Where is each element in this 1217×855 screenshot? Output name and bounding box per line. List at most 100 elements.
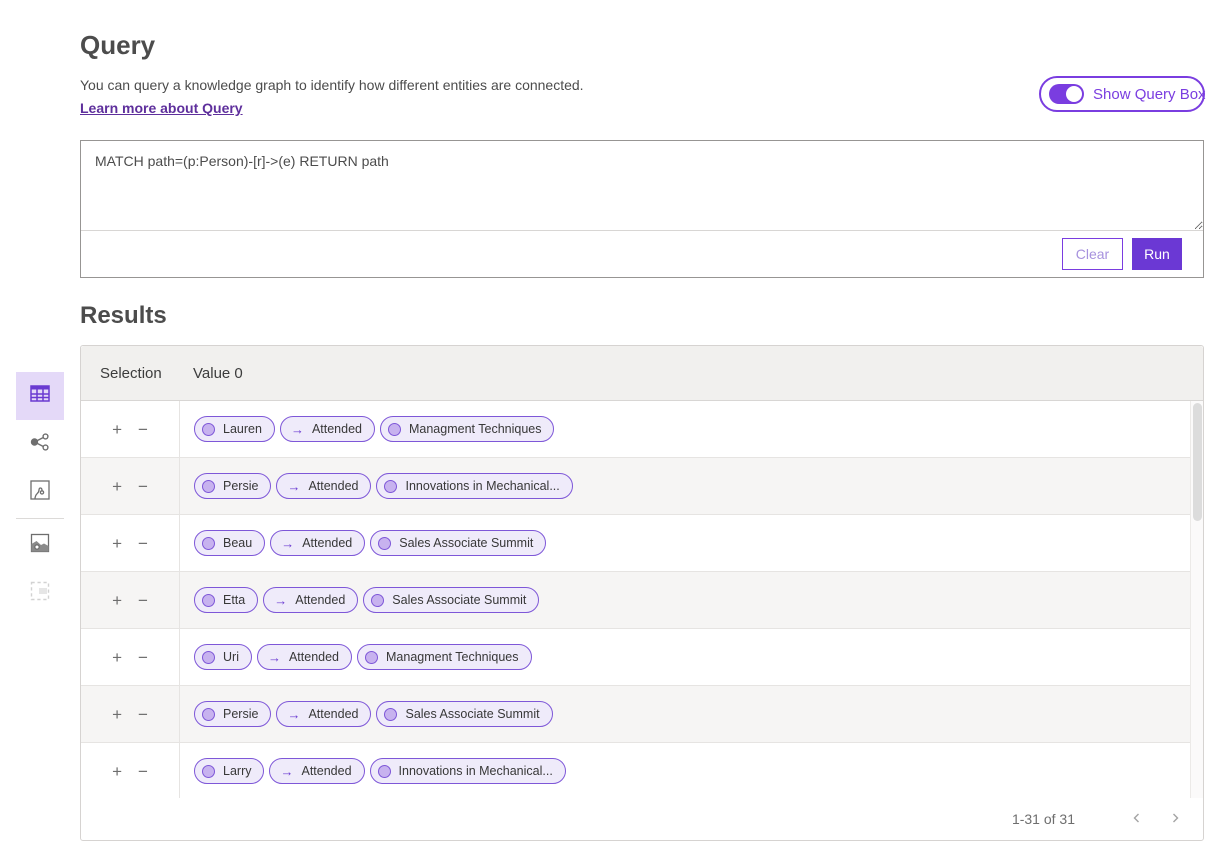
chart-icon (29, 479, 51, 506)
query-input[interactable]: MATCH path=(p:Person)-[r]->(e) RETURN pa… (81, 141, 1203, 231)
selection-cell: + − (81, 401, 179, 457)
entity-circle-icon (371, 594, 384, 607)
entity-chip[interactable]: Sales Associate Summit (363, 587, 539, 613)
entity-chip[interactable]: Innovations in Mechanical... (370, 758, 566, 784)
results-view-sidebar (16, 372, 64, 617)
sidebar-item-graph-view[interactable] (16, 420, 64, 468)
entity-chip[interactable]: Persie (194, 473, 271, 499)
row-add-button[interactable]: + (108, 704, 126, 725)
row-remove-button[interactable]: − (134, 647, 152, 668)
row-remove-button[interactable]: − (134, 476, 152, 497)
table-row: + − Etta →Attended Sales Associate Summit (81, 572, 1203, 629)
value-cell: Persie → Attended Sales Associate Summit (179, 686, 1203, 742)
entity-circle-icon (202, 594, 215, 607)
entity-chip[interactable]: Innovations in Mechanical... (376, 473, 572, 499)
selection-cell: + − (81, 629, 179, 685)
entity-circle-icon (388, 423, 401, 436)
page-title: Query (80, 30, 155, 61)
sidebar-item-table-view[interactable] (16, 372, 64, 420)
selection-cell: + − (81, 572, 179, 628)
chip-label: Sales Associate Summit (392, 593, 526, 607)
pagination-next-button[interactable] (1163, 808, 1187, 831)
entity-chip[interactable]: Managment Techniques (380, 416, 555, 442)
entity-circle-icon (384, 708, 397, 721)
row-remove-button[interactable]: − (134, 761, 152, 782)
row-add-button[interactable]: + (108, 533, 126, 554)
entity-chip[interactable]: Sales Associate Summit (370, 530, 546, 556)
row-remove-button[interactable]: − (134, 533, 152, 554)
row-add-button[interactable]: + (108, 761, 126, 782)
entity-circle-icon (202, 423, 215, 436)
row-add-button[interactable]: + (108, 476, 126, 497)
row-add-button[interactable]: + (108, 590, 126, 611)
entity-circle-icon (202, 651, 215, 664)
entity-chip[interactable]: Lauren (194, 416, 275, 442)
relationship-chip[interactable]: →Attended (263, 587, 358, 613)
chip-label: Managment Techniques (386, 650, 519, 664)
relationship-chip[interactable]: →Attended (280, 416, 375, 442)
relationship-chip[interactable]: →Attended (270, 530, 365, 556)
entity-chip[interactable]: Larry (194, 758, 264, 784)
value-cell: Lauren→AttendedManagment Techniques (179, 401, 1203, 457)
relationship-chip[interactable]: → Attended (276, 701, 371, 727)
row-add-button[interactable]: + (108, 419, 126, 440)
chip-label: Beau (223, 536, 252, 550)
column-header-selection: Selection (81, 365, 179, 382)
query-page: Query You can query a knowledge graph to… (0, 0, 1217, 855)
table-row: + − Lauren→AttendedManagment Techniques (81, 401, 1203, 458)
relationship-chip[interactable]: → Attended (276, 473, 371, 499)
entity-circle-icon (202, 708, 215, 721)
chip-label: Etta (223, 593, 245, 607)
page-description: You can query a knowledge graph to ident… (80, 77, 584, 93)
toggle-label: Show Query Box (1093, 86, 1206, 103)
table-row: + − Persie → Attended Sales Associate Summi… (81, 686, 1203, 743)
table-footer: 1-31 of 31 (81, 798, 1203, 840)
sidebar-item-chart-view[interactable] (16, 468, 64, 516)
entity-chip[interactable]: Sales Associate Summit (376, 701, 552, 727)
chip-label: Uri (223, 650, 239, 664)
selection-icon (29, 580, 51, 607)
entity-chip[interactable]: Persie (194, 701, 271, 727)
selection-cell: + − (81, 686, 179, 742)
row-add-button[interactable]: + (108, 647, 126, 668)
arrow-right-icon: → (268, 651, 281, 664)
row-remove-button[interactable]: − (134, 590, 152, 611)
row-remove-button[interactable]: − (134, 704, 152, 725)
entity-circle-icon (378, 537, 391, 550)
entity-circle-icon (202, 480, 215, 493)
chip-label: Attended (308, 479, 358, 493)
chip-label: Attended (308, 707, 358, 721)
row-remove-button[interactable]: − (134, 419, 152, 440)
value-cell: Beau →Attended Sales Associate Summit (179, 515, 1203, 571)
entity-circle-icon (365, 651, 378, 664)
pagination-prev-button[interactable] (1125, 808, 1149, 831)
learn-more-link[interactable]: Learn more about Query (80, 100, 243, 116)
clear-button[interactable]: Clear (1062, 238, 1123, 270)
run-button[interactable]: Run (1132, 238, 1182, 270)
entity-chip[interactable]: Managment Techniques (357, 644, 532, 670)
table-scrollbar[interactable] (1190, 401, 1203, 800)
results-table: Selection Value 0 + − Lauren→AttendedMan… (80, 345, 1204, 841)
relationship-chip[interactable]: →Attended (269, 758, 364, 784)
arrow-right-icon: → (287, 480, 300, 493)
sidebar-item-map-view[interactable] (16, 521, 64, 569)
chip-label: Larry (223, 764, 251, 778)
table-row: + − Persie → Attended Innovations in Mechan… (81, 458, 1203, 515)
toggle-switch-icon[interactable] (1049, 84, 1084, 104)
results-title: Results (80, 302, 167, 330)
arrow-right-icon: → (287, 708, 300, 721)
chip-label: Sales Associate Summit (399, 536, 533, 550)
scrollbar-thumb[interactable] (1193, 403, 1202, 521)
relationship-chip[interactable]: → Attended (257, 644, 352, 670)
entity-chip[interactable]: Uri (194, 644, 252, 670)
entity-chip[interactable]: Beau (194, 530, 265, 556)
column-header-value: Value 0 (179, 365, 243, 382)
chip-label: Sales Associate Summit (405, 707, 539, 721)
chip-label: Attended (289, 650, 339, 664)
arrow-right-icon: → (274, 594, 287, 607)
table-icon (29, 383, 51, 410)
chevron-left-icon (1131, 812, 1143, 827)
entity-chip[interactable]: Etta (194, 587, 258, 613)
show-query-box-toggle[interactable]: Show Query Box (1039, 76, 1205, 112)
toggle-knob (1066, 86, 1082, 102)
